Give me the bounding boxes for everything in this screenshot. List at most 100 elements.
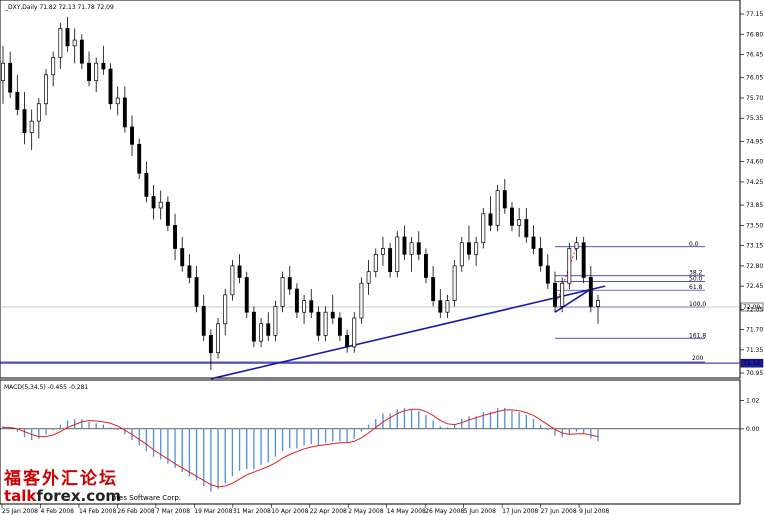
candle-body [287, 277, 292, 290]
candle-body [266, 323, 271, 336]
candle-body [130, 126, 134, 145]
candle-body [94, 62, 99, 81]
candle-body [244, 277, 249, 313]
price-panel [0, 0, 741, 379]
candle-body [481, 213, 486, 244]
fib-level-label: 0.0 [689, 241, 699, 248]
date-tick-label: 25 Jan 2008 [2, 508, 38, 515]
candle-body [524, 219, 529, 238]
candle-body [87, 62, 91, 81]
date-tick-label: 26 Feb 2008 [117, 508, 155, 515]
candle-body [596, 300, 600, 307]
candle-body [431, 277, 436, 301]
candle-body [581, 242, 586, 278]
fib-level-label: 161.8 [689, 332, 706, 339]
candle-body [538, 248, 543, 267]
candle-body [137, 143, 142, 174]
candle-body [402, 236, 407, 255]
candle-body [359, 282, 364, 319]
candle-body [366, 271, 371, 284]
price-tick-label: 74.60 [746, 159, 763, 166]
candle-body [208, 335, 213, 354]
candle-body [409, 242, 414, 255]
date-tick-label: 10 Apr 2008 [271, 508, 308, 515]
candle-body [259, 323, 264, 342]
candle-body [488, 213, 493, 226]
candle-body [531, 236, 536, 249]
price-tick-label: 72.80 [746, 263, 763, 270]
candle-body [309, 300, 314, 313]
candle-body [459, 242, 464, 267]
price-tick-label: 72.05 [746, 306, 763, 313]
candle-body [560, 282, 565, 307]
candle-body [36, 103, 41, 122]
date-tick-label: 26 May 2008 [425, 508, 464, 515]
date-tick-label: 19 Mar 2008 [194, 508, 232, 515]
price-tick-label: 75.70 [746, 95, 763, 102]
price-tick-label: 73.15 [746, 243, 763, 250]
candle-body [438, 300, 443, 313]
date-tick-label: 2 May 2008 [348, 508, 383, 515]
candle-body [237, 265, 242, 278]
price-tick-label: 73.85 [746, 202, 763, 209]
candle-body [230, 265, 235, 296]
candle-body [545, 265, 550, 284]
date-tick-label: 9 Jul 2008 [579, 508, 609, 515]
candle-body [151, 196, 156, 209]
fib-level-label: 50.0 [689, 276, 703, 283]
candle-body [416, 242, 421, 255]
candle-body [1, 62, 5, 81]
macd-tick-label: 1.02 [746, 397, 760, 404]
candle-body [79, 39, 84, 64]
candle-body [588, 277, 593, 307]
watermark-en: talkforex.com [4, 488, 121, 504]
price-tick-label: 73.50 [746, 222, 763, 229]
price-tick-label: 70.95 [746, 370, 763, 377]
price-tick-label: 72.45 [746, 283, 763, 290]
candle-body [173, 224, 177, 249]
price-tick-label: 76.45 [746, 52, 763, 59]
candle-body [452, 265, 457, 301]
candle-body [180, 248, 185, 267]
price-tick-label: 74.25 [746, 179, 763, 186]
candle-body [395, 236, 400, 273]
watermark: 福客外汇论坛 talkforex.com [4, 470, 121, 504]
price-tick-label: 77.15 [746, 11, 763, 18]
price-tick-label: 75.35 [746, 115, 763, 122]
date-tick-label: 14 May 2008 [387, 508, 426, 515]
date-tick-label: 14 Feb 2008 [79, 508, 117, 515]
candle-body [273, 306, 278, 336]
candle-body [345, 335, 350, 348]
candle-body [187, 265, 192, 278]
candle-body [165, 201, 170, 226]
candle-body [29, 120, 34, 134]
candle-body [495, 190, 500, 226]
candle-body [280, 277, 285, 307]
candle-body [158, 201, 163, 209]
candle-body [517, 219, 522, 226]
candle-body [302, 300, 307, 313]
candle-body [144, 172, 149, 197]
date-tick-label: 7 Mar 2008 [156, 508, 190, 515]
candle-body [574, 242, 579, 249]
candle-body [216, 323, 221, 354]
price-tick-label: 71.35 [746, 347, 763, 354]
date-tick-label: 27 Jun 2008 [541, 508, 577, 515]
candle-body [388, 248, 393, 273]
candle-body [251, 311, 256, 342]
macd-tick-label: 0.00 [746, 426, 760, 433]
candle-body [108, 68, 113, 105]
candle-body [510, 207, 514, 226]
fib-level-label: 61.8 [689, 284, 703, 291]
candle-body [352, 317, 357, 348]
watermark-en-prefix: talk [4, 487, 37, 505]
candle-body [58, 28, 63, 58]
candle-body [223, 294, 228, 325]
price-chart: _DXY,Daily 71.82 72.13 71.78 72.09 MACD(… [0, 0, 763, 515]
candle-body [44, 74, 48, 105]
candle-body [72, 39, 77, 47]
candle-body [101, 62, 106, 70]
candle-body [122, 97, 127, 128]
candle-body [65, 28, 70, 47]
price-tick-label: 74.95 [746, 138, 763, 145]
